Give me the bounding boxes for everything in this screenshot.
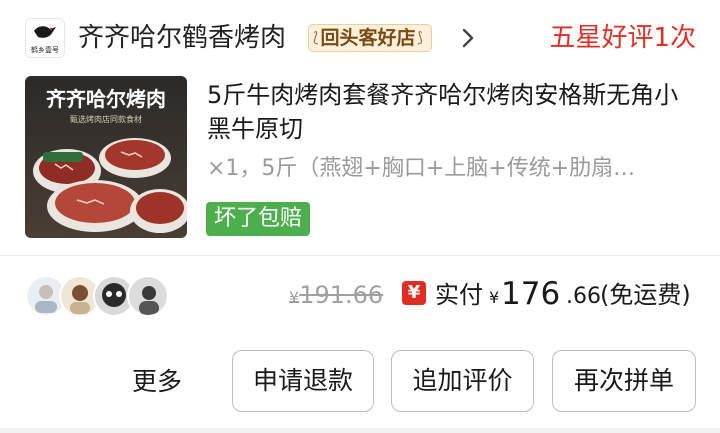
rebuy-button[interactable]: 再次拼单	[552, 350, 696, 412]
original-price: ¥191.66	[289, 281, 384, 309]
group-avatars[interactable]	[25, 275, 175, 317]
avatar	[127, 275, 169, 317]
order-header: 鹤乡壹号 齐齐哈尔鹤香烤肉 ⟅ 回头客好店 ⟆ 五星好评1次	[0, 0, 720, 76]
paid-label: 实付	[435, 281, 483, 309]
paid-amount-integer: 176	[501, 276, 561, 312]
divider	[0, 255, 720, 256]
badge-ornament-icon: ⟆	[417, 30, 423, 46]
damage-guarantee-tag: 坏了包赔	[206, 202, 311, 236]
badge-ornament-icon: ⟅	[313, 30, 319, 46]
shop-name[interactable]: 齐齐哈尔鹤香烤肉	[78, 20, 286, 56]
more-button[interactable]: 更多	[132, 364, 182, 400]
repeat-customer-badge: ⟅ 回头客好店 ⟆	[308, 24, 432, 52]
product-spec: ×1，5斤（燕翅+胸口+上脑+传统+肋扇…	[207, 156, 636, 181]
image-title: 齐齐哈尔烤肉	[46, 87, 166, 111]
paid-amount-decimal: .66	[566, 284, 601, 309]
logo-text: 鹤乡壹号	[31, 45, 59, 54]
request-refund-button[interactable]: 申请退款	[232, 350, 374, 412]
section-separator	[0, 428, 720, 433]
paid-currency: ¥	[489, 288, 500, 307]
image-subtitle: 甄选烤肉店同款食材	[70, 114, 142, 124]
product-image[interactable]: 齐齐哈尔烤肉 甄选烤肉店同款食材	[25, 76, 187, 238]
payment-yen-icon: ¥	[402, 281, 426, 305]
badge-label: 回头客好店	[320, 27, 416, 49]
chevron-right-icon[interactable]	[458, 24, 478, 52]
review-status: 五星好评1次	[549, 23, 696, 53]
add-review-button[interactable]: 追加评价	[391, 350, 534, 412]
product-title[interactable]: 5斤牛肉烤肉套餐齐齐哈尔烤肉安格斯无角小黑牛原切	[207, 78, 697, 146]
shop-logo[interactable]: 鹤乡壹号	[25, 18, 65, 58]
shipping-note: (免运费)	[600, 281, 691, 309]
